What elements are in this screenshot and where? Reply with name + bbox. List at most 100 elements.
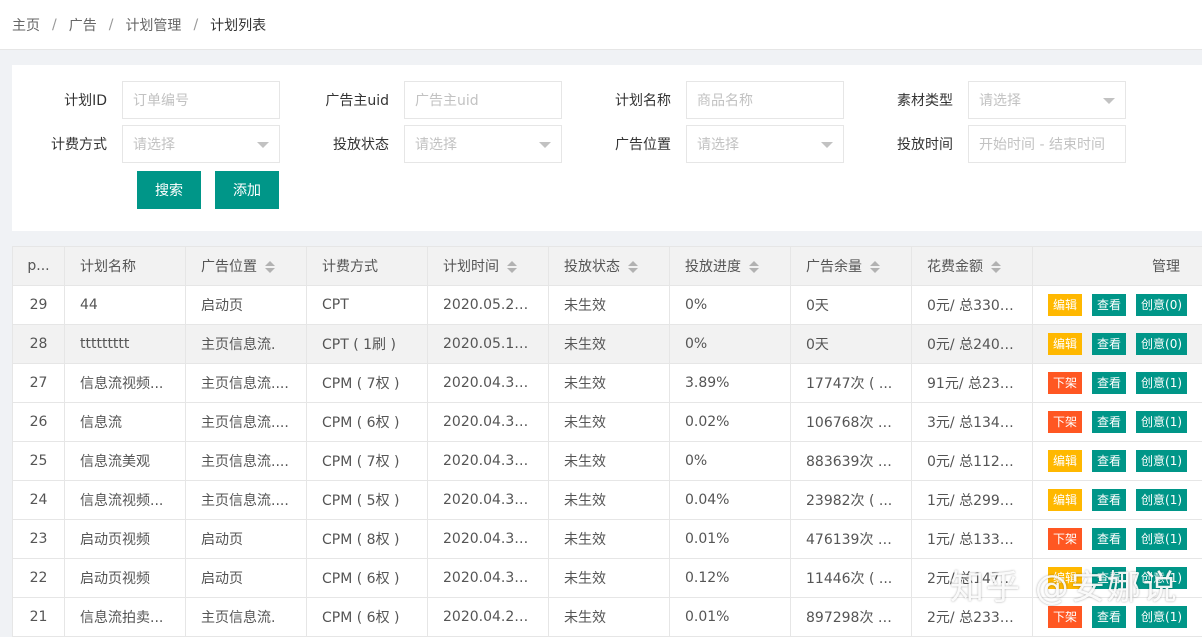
breadcrumb-ads[interactable]: 广告 <box>69 15 97 35</box>
cell-id: 24 <box>12 480 65 520</box>
creative-button[interactable]: 创意(1) <box>1136 411 1188 433</box>
cell-plan-time: 2020.04.29 ... <box>427 597 549 637</box>
sort-icon[interactable] <box>870 261 880 273</box>
sort-icon[interactable] <box>628 261 638 273</box>
sort-icon[interactable] <box>991 261 1001 273</box>
edit-button[interactable]: 编辑 <box>1048 489 1083 511</box>
cell-plan-name: 启动页视频 <box>64 519 186 559</box>
creative-button[interactable]: 创意(1) <box>1136 606 1188 628</box>
col-header-status-label: 投放状态 <box>564 259 620 275</box>
col-header-id[interactable]: p... <box>12 246 65 286</box>
col-header-ad-position[interactable]: 广告位置 <box>185 246 307 286</box>
cell-billing: CPM ( 6权 ) <box>306 402 428 442</box>
delivery-time-range-input[interactable]: 开始时间 - 结束时间 <box>968 125 1126 163</box>
cell-status: 未生效 <box>548 519 670 559</box>
cell-ad-position: 主页信息流. <box>185 597 307 637</box>
creative-button[interactable]: 创意(1) <box>1136 372 1188 394</box>
advertiser-uid-input[interactable]: 广告主uid <box>404 81 562 119</box>
col-header-status[interactable]: 投放状态 <box>548 246 670 286</box>
cell-plan-time: 2020.04.30 ... <box>427 441 549 481</box>
view-button[interactable]: 查看 <box>1092 333 1127 355</box>
ad-position-placeholder: 请选择 <box>697 137 739 153</box>
edit-button[interactable]: 编辑 <box>1048 333 1083 355</box>
cell-ad-position: 主页信息流.... <box>185 441 307 481</box>
col-header-remaining[interactable]: 广告余量 <box>790 246 912 286</box>
filter-panel: 计划ID 订单编号 广告主uid 广告主uid 计划名称 商品名称 素材类型 请… <box>12 65 1202 231</box>
cell-status: 未生效 <box>548 324 670 364</box>
view-button[interactable]: 查看 <box>1092 489 1127 511</box>
table-row: 29 44 启动页 CPT 2020.05.22 ... 未生效 0% 0天 0… <box>12 285 1202 325</box>
col-header-plan-time[interactable]: 计划时间 <box>427 246 549 286</box>
col-header-plan-name-label: 计划名称 <box>80 259 136 275</box>
sort-icon[interactable] <box>507 261 517 273</box>
billing-method-select[interactable]: 请选择 <box>122 125 280 163</box>
cell-ad-position: 启动页 <box>185 285 307 325</box>
col-header-plan-name: 计划名称 <box>64 246 186 286</box>
sort-icon[interactable] <box>265 261 275 273</box>
cell-actions: 下架 查看 创意(1) <box>1032 363 1202 403</box>
take-down-button[interactable]: 下架 <box>1048 528 1083 550</box>
filter-actions: 搜索 添加 <box>137 171 279 209</box>
add-button[interactable]: 添加 <box>215 171 279 209</box>
sort-icon[interactable] <box>749 261 759 273</box>
creative-button[interactable]: 创意(1) <box>1136 450 1188 472</box>
take-down-button[interactable]: 下架 <box>1048 606 1083 628</box>
col-header-cost[interactable]: 花费金额 <box>911 246 1033 286</box>
delivery-status-select[interactable]: 请选择 <box>404 125 562 163</box>
billing-method-placeholder: 请选择 <box>133 137 175 153</box>
view-button[interactable]: 查看 <box>1092 372 1127 394</box>
plan-name-input[interactable]: 商品名称 <box>686 81 844 119</box>
search-button[interactable]: 搜索 <box>137 171 201 209</box>
view-button[interactable]: 查看 <box>1092 606 1127 628</box>
cell-plan-time: 2020.04.30 ... <box>427 558 549 598</box>
cell-id: 28 <box>12 324 65 364</box>
ad-position-select[interactable]: 请选择 <box>686 125 844 163</box>
cell-billing: CPM ( 6权 ) <box>306 597 428 637</box>
cell-plan-time: 2020.04.30 ... <box>427 480 549 520</box>
edit-button[interactable]: 编辑 <box>1048 450 1083 472</box>
cell-actions: 编辑 查看 创意(1) <box>1032 441 1202 481</box>
cell-remaining: 11446次 ( ... <box>790 558 912 598</box>
creative-button[interactable]: 创意(0) <box>1136 294 1188 316</box>
cell-plan-time: 2020.04.30 ... <box>427 519 549 559</box>
chevron-down-icon <box>1103 98 1115 104</box>
cell-remaining: 17747次 ( ... <box>790 363 912 403</box>
cell-actions: 下架 查看 创意(1) <box>1032 519 1202 559</box>
cell-ad-position: 主页信息流.... <box>185 402 307 442</box>
breadcrumb-home[interactable]: 主页 <box>12 15 40 35</box>
take-down-button[interactable]: 下架 <box>1048 372 1083 394</box>
plan-id-input[interactable]: 订单编号 <box>122 81 280 119</box>
cell-cost: 3元/ 总1345... <box>911 402 1033 442</box>
take-down-button[interactable]: 下架 <box>1048 411 1083 433</box>
cell-cost: 1元/ 总1333... <box>911 519 1033 559</box>
cell-actions: 编辑 查看 创意(1) <box>1032 480 1202 520</box>
filter-billing-method: 计费方式 请选择 <box>12 125 280 163</box>
cell-progress: 0.12% <box>669 558 791 598</box>
edit-button[interactable]: 编辑 <box>1048 294 1083 316</box>
cell-billing: CPM ( 5权 ) <box>306 480 428 520</box>
filter-delivery-status: 投放状态 请选择 <box>294 125 562 163</box>
creative-button[interactable]: 创意(0) <box>1136 333 1188 355</box>
cell-billing: CPT ( 1刷 ) <box>306 324 428 364</box>
creative-button[interactable]: 创意(1) <box>1136 528 1188 550</box>
view-button[interactable]: 查看 <box>1092 411 1127 433</box>
cell-status: 未生效 <box>548 480 670 520</box>
view-button[interactable]: 查看 <box>1092 294 1127 316</box>
cell-plan-name: 启动页视频 <box>64 558 186 598</box>
col-header-progress[interactable]: 投放进度 <box>669 246 791 286</box>
view-button[interactable]: 查看 <box>1092 450 1127 472</box>
creative-button[interactable]: 创意(1) <box>1136 489 1188 511</box>
view-button[interactable]: 查看 <box>1092 528 1127 550</box>
filter-delivery-time: 投放时间 开始时间 - 结束时间 <box>858 125 1126 163</box>
cell-plan-name: 信息流视频... <box>64 363 186 403</box>
material-type-select[interactable]: 请选择 <box>968 81 1126 119</box>
col-header-manage: 管理 <box>1032 246 1202 286</box>
breadcrumb-plan-management[interactable]: 计划管理 <box>125 15 181 35</box>
breadcrumb: 主页 / 广告 / 计划管理 / 计划列表 <box>0 0 1202 50</box>
plan-name-placeholder: 商品名称 <box>697 93 753 109</box>
cell-billing: CPT <box>306 285 428 325</box>
cell-progress: 0.01% <box>669 597 791 637</box>
col-header-billing-label: 计费方式 <box>322 259 378 275</box>
cell-status: 未生效 <box>548 402 670 442</box>
col-header-remaining-label: 广告余量 <box>806 259 862 275</box>
